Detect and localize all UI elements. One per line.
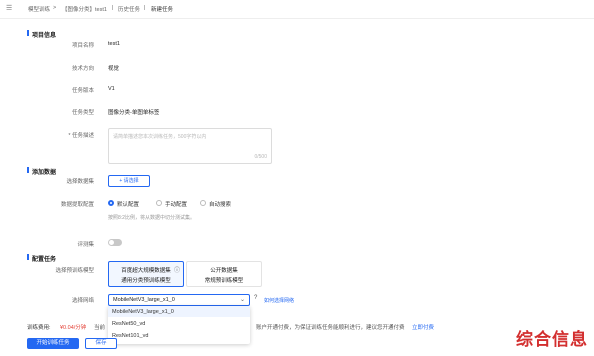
fee-label: 训练费用: [27,325,51,331]
pretrained-model-label: 选择预训练模型 [55,268,94,274]
pay-now-link[interactable]: 立即付费 [412,323,434,331]
section-marker [27,167,29,173]
project-name-label: 项目名称 [71,43,94,49]
remark-char-count: 0/500 [254,154,267,160]
info-icon[interactable]: ⓘ [174,265,180,274]
select-dataset-label: 选择数据集 [66,179,94,185]
test-set-toggle[interactable] [108,239,122,246]
model-card-line2: 常规预训练模型 [204,278,244,284]
radio-auto-search[interactable] [200,200,206,206]
radio-default-config-label[interactable]: 默认配置 [117,200,139,208]
breadcrumb-separator: > [53,5,57,11]
section-marker [27,254,29,260]
help-icon[interactable]: ? [254,295,257,301]
fee-note-right: 账户开通付费，为保证训练任务能顺利进行，建议您开通付费 [256,325,405,331]
split-hint: 按照8:2比例，将从数据中切分测试集。 [108,215,195,221]
network-option[interactable]: ResNet50_vd [112,321,145,327]
direction-label: 技术方向 [71,66,94,72]
project-name-value: test1 [108,41,120,47]
radio-auto-search-label[interactable]: 自动搜索 [209,200,231,208]
section-marker [27,30,29,36]
fee-note-left: 当前 [94,325,106,331]
breadcrumb-bar: ☰ 模型训练 > 【图像分类】test1 | 历史任务 | 新建任务 [0,0,594,19]
section-title-config: 配置任务 [32,257,57,263]
radio-manual-config-label[interactable]: 手动配置 [165,200,187,208]
remark-textarea[interactable]: 请简单描述您本次训练任务，500字符以内 0/500 [108,128,272,164]
breadcrumb-project[interactable]: 【图像分类】test1 [62,5,107,13]
remark-label: * 任务描述 [68,133,94,139]
network-select[interactable]: MobileNetV3_large_x1_0 ⌄ [108,294,250,306]
menu-collapse-icon[interactable]: ☰ [6,4,12,12]
network-option[interactable]: MobileNetV3_large_x1_0 [112,309,174,315]
model-card-line1: 公开数据集 [210,268,238,274]
network-dropdown: MobileNetV3_large_x1_0 ResNet50_vd ResNe… [108,306,250,344]
breadcrumb-history[interactable]: 历史任务 [118,5,140,13]
how-to-choose-network-link[interactable]: 如何选择网络 [264,297,294,304]
model-card-line1: 百度超大规模数据集 [121,268,171,274]
breadcrumb-separator: | [144,5,146,11]
version-value: V1 [108,86,115,92]
split-config-label: 数据提取配置 [60,202,94,208]
watermark-logo: 综合信息 [516,330,588,349]
section-title-add-data: 添加数据 [32,170,57,176]
fee-value: ¥0.04/分钟 [60,325,87,331]
save-button[interactable]: 保存 [85,338,117,349]
task-type-label: 任务类型 [71,110,94,116]
radio-default-config[interactable] [108,200,114,206]
model-card-baidu[interactable]: 百度超大规模数据集 通用分类预训练模型 ⓘ [108,261,184,287]
breadcrumb-current: 新建任务 [151,7,174,13]
network-select-value: MobileNetV3_large_x1_0 [113,297,175,303]
breadcrumb-separator: | [112,5,114,11]
test-set-label: 评测集 [77,242,94,248]
version-label: 任务版本 [71,88,94,94]
chevron-down-icon: ⌄ [239,297,245,303]
task-type-value: 图像分类-单图单标签 [108,110,160,116]
select-dataset-button[interactable]: + 请选择 [108,175,150,187]
model-card-public[interactable]: 公开数据集 常规预训练模型 [186,261,262,287]
breadcrumb-home[interactable]: 模型训练 [28,5,50,13]
model-card-line2: 通用分类预训练模型 [121,278,171,284]
direction-value: 视觉 [108,66,120,72]
radio-manual-config[interactable] [156,200,162,206]
network-option[interactable]: ResNet101_vd [112,333,148,339]
network-label: 选择网络 [71,298,94,304]
start-training-button[interactable]: 开始训练任务 [27,338,79,349]
remark-placeholder: 请简单描述您本次训练任务，500字符以内 [113,134,207,140]
section-title-project-info: 项目信息 [32,33,57,39]
